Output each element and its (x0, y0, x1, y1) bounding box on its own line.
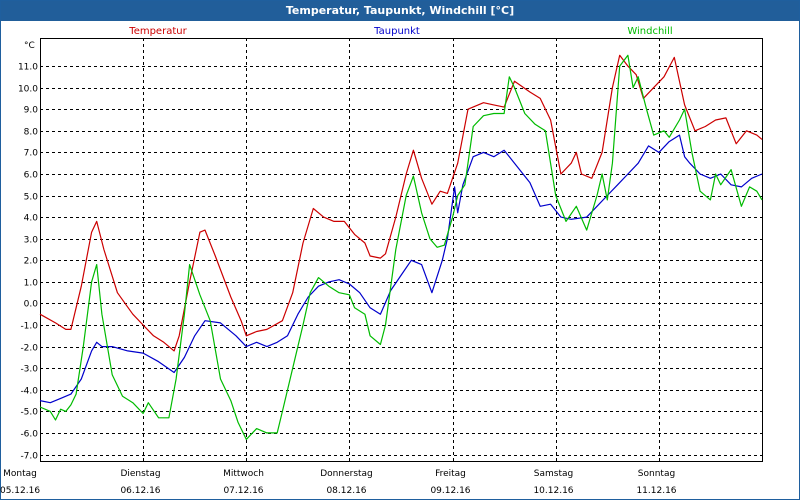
x-tick-day-label: Dienstag (120, 469, 160, 479)
y-tick-label: 10.0 (18, 85, 38, 95)
y-tick-label: -5.0 (20, 408, 38, 418)
x-tick-day-label: Montag (3, 469, 37, 479)
y-tick-label: -7.0 (20, 452, 38, 462)
x-tick-date-label: 06.12.16 (120, 486, 160, 496)
x-tick-day-label: Donnerstag (320, 469, 373, 479)
series-line-windchill (39, 54, 763, 440)
x-tick-date-label: 08.12.16 (326, 486, 366, 496)
legend-entry-windchill: Windchill (627, 26, 672, 37)
x-tick-day-label: Samstag (534, 469, 573, 479)
y-tick-label: 8.0 (24, 128, 39, 138)
y-tick-label: -6.0 (20, 430, 38, 440)
y-tick-label: 9.0 (24, 106, 39, 116)
chart-area: 11.0 10.0 9.0 8.0 7.0 6.0 5.0 4.0 3.0 2.0 1.0 0.0 -1… (0, 26, 763, 496)
y-tick-label: 5.0 (24, 193, 39, 203)
y-axis-ticks: 11.0 10.0 9.0 8.0 7.0 6.0 5.0 4.0 3.0 2.0 1.0 0.0 -1… (18, 63, 38, 462)
y-axis-unit-label: °C (24, 41, 35, 51)
x-tick-date-label: 05.12.16 (0, 486, 40, 496)
y-tick-label: -4.0 (20, 387, 38, 397)
x-tick-day-label: Sonntag (638, 469, 675, 479)
y-tick-label: 4.0 (24, 214, 39, 224)
y-tick-label: -1.0 (20, 322, 38, 332)
x-tick-date-label: 09.12.16 (430, 486, 470, 496)
y-tick-label: 7.0 (24, 149, 39, 159)
x-tick-day-label: Mittwoch (223, 469, 264, 479)
legend-entry-temperatur: Temperatur (128, 26, 187, 37)
y-tick-label: 3.0 (24, 236, 39, 246)
series-line-taupunkt (39, 134, 763, 404)
series-lines (39, 54, 763, 440)
y-tick-label: 11.0 (18, 63, 38, 73)
legend-entry-taupunkt: Taupunkt (373, 26, 420, 37)
x-tick-date-label: 07.12.16 (223, 486, 263, 496)
x-tick-date-label: 11.12.16 (636, 486, 676, 496)
legend: Temperatur Taupunkt Windchill (128, 26, 672, 37)
x-tick-date-label: 10.12.16 (533, 486, 573, 496)
x-axis-ticks: Montag 05.12.16 Dienstag 06.12.16 Mittwoch 07… (0, 469, 677, 496)
y-tick-label: 1.0 (24, 279, 39, 289)
y-tick-label: -2.0 (20, 344, 38, 354)
y-tick-label: 0.0 (24, 300, 39, 310)
x-tick-day-label: Freitag (435, 469, 466, 479)
plot-frame (40, 38, 763, 462)
y-tick-label: 2.0 (24, 257, 39, 267)
y-tick-label: -3.0 (20, 365, 38, 375)
y-tick-label: 6.0 (24, 171, 39, 181)
grid-lines (40, 38, 762, 461)
series-line-temperatur (39, 54, 763, 352)
